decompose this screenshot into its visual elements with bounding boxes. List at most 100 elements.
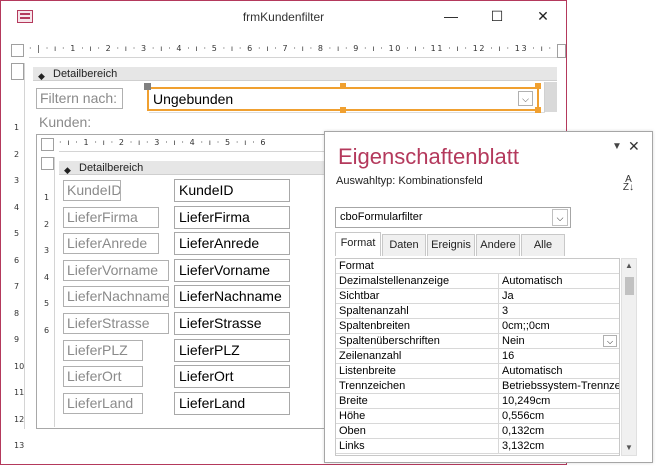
ruler-number: 7	[14, 282, 20, 291]
property-name: Höhe	[339, 410, 366, 422]
property-row[interactable]: Dezimalstellenanzeige Automatisch	[336, 274, 619, 289]
ruler-number: 2	[44, 219, 50, 229]
scroll-thumb[interactable]	[625, 277, 634, 295]
property-value[interactable]: 0,556cm	[498, 409, 619, 423]
sort-az-icon[interactable]: A Z↓	[623, 175, 634, 193]
field-textbox[interactable]: LieferAnrede	[174, 232, 290, 256]
tab-ereignis[interactable]: Ereignis	[427, 234, 475, 256]
field-label[interactable]: LieferOrt	[63, 366, 143, 388]
property-value[interactable]: Automatisch	[498, 274, 619, 288]
resize-handle-top[interactable]	[340, 83, 346, 89]
close-icon[interactable]: ✕	[628, 138, 640, 155]
move-handle[interactable]	[144, 83, 151, 90]
field-label[interactable]: LieferStrasse	[63, 313, 169, 334]
property-row[interactable]: Spaltenbreiten 0cm;;0cm	[336, 319, 619, 334]
ruler-number: 13	[14, 441, 25, 450]
kunden-label[interactable]: Kunden:	[36, 113, 147, 133]
tab-andere[interactable]: Andere	[476, 234, 520, 256]
scroll-down-icon[interactable]: ▼	[622, 441, 636, 455]
field-label[interactable]: KundeID	[63, 180, 121, 201]
property-row[interactable]: Sichtbar Ja	[336, 289, 619, 304]
detail-section-bar[interactable]: ◆ Detailbereich	[33, 67, 557, 81]
ruler-marks: · | · ı · 1 · ı · 2 · ı · 3 · ı · 4 · ı …	[29, 44, 557, 53]
property-row[interactable]: Spaltenüberschriften Nein ⌵	[336, 334, 619, 349]
tab-alle[interactable]: Alle	[521, 234, 565, 256]
property-value[interactable]: 10,249cm	[498, 394, 619, 408]
subform-control[interactable]: · ı · 1 · ı · 2 · ı · 3 · ı · 4 · ı · 5 …	[36, 134, 326, 429]
subform-vertical-ruler-marks: 1 2 3 4 5 6	[44, 185, 49, 345]
field-label[interactable]: LieferPLZ	[63, 339, 143, 361]
property-value[interactable]: Nein	[498, 334, 619, 348]
property-row[interactable]: Format	[336, 259, 619, 274]
property-name: Trennzeichen	[339, 380, 406, 392]
section-selector[interactable]	[11, 63, 24, 80]
property-value[interactable]: 0cm;;0cm	[498, 319, 619, 333]
property-row[interactable]: Breite 10,249cm	[336, 394, 619, 409]
field-label[interactable]: LieferFirma	[63, 206, 159, 228]
field-textbox[interactable]: LieferFirma	[174, 205, 290, 229]
property-sheet: Eigenschaftenblatt ▼ ✕ Auswahltyp: Kombi…	[324, 131, 653, 463]
resize-handle-bottom-right[interactable]	[535, 107, 541, 113]
field-textbox[interactable]: LieferOrt	[174, 365, 290, 389]
filter-label[interactable]: Filtern nach:	[36, 88, 123, 109]
field-textbox[interactable]: LieferPLZ	[174, 338, 290, 362]
maximize-button[interactable]: ☐	[474, 1, 520, 32]
property-row[interactable]: Oben 0,132cm	[336, 424, 619, 439]
tab-format[interactable]: Format	[335, 232, 381, 256]
minimize-button[interactable]: —	[428, 1, 474, 32]
ruler-end-box	[557, 44, 566, 58]
field-textbox[interactable]: LieferVorname	[174, 258, 290, 282]
property-row[interactable]: Trennzeichen Betriebssystem-Trennze	[336, 379, 619, 394]
property-value[interactable]: 16	[498, 349, 619, 363]
ruler-number: 4	[44, 272, 50, 282]
subform-horizontal-ruler[interactable]: · ı · 1 · ı · 2 · ı · 3 · ı · 4 · ı · 5 …	[59, 138, 325, 152]
property-name: Sichtbar	[339, 290, 380, 302]
selection-type: Auswahltyp: Kombinationsfeld	[336, 175, 483, 187]
field-textbox[interactable]: LieferLand	[174, 391, 290, 415]
property-row[interactable]: Listenbreite Automatisch	[336, 364, 619, 379]
property-value[interactable]: Automatisch	[498, 364, 619, 378]
field-textbox[interactable]: LieferStrasse	[174, 312, 290, 335]
vertical-ruler[interactable]: 1 2 3 4 5 6 7 8 9 10 11 12 13	[11, 63, 25, 450]
tab-daten[interactable]: Daten	[382, 234, 426, 256]
chevron-down-icon[interactable]: ▼	[612, 141, 622, 152]
field-label[interactable]: LieferVorname	[63, 259, 169, 281]
property-name: Dezimalstellenanzeige	[339, 275, 450, 287]
chevron-down-icon[interactable]: ⌵	[518, 91, 533, 106]
resize-handle-top-right[interactable]	[535, 83, 541, 89]
property-value[interactable]: 3,132cm	[498, 439, 619, 453]
subform-selector[interactable]	[41, 138, 54, 151]
field-label[interactable]: LieferNachname	[63, 286, 169, 308]
field-textbox[interactable]: KundeID	[174, 179, 290, 202]
property-name: Spaltenanzahl	[339, 305, 409, 317]
title-bar[interactable]: frmKundenfilter — ☐ ✕	[1, 1, 566, 32]
property-name: Spaltenüberschriften	[339, 335, 440, 347]
property-value[interactable]: Ja	[498, 289, 619, 303]
subform-section-selector[interactable]	[41, 157, 54, 170]
subform-detail-section: KundeID KundeID LieferFirma LieferFirma Lief…	[59, 176, 325, 428]
field-label[interactable]: LieferAnrede	[63, 233, 159, 255]
field-label[interactable]: LieferLand	[63, 392, 143, 414]
object-selector[interactable]: cboFormularfilter ⌵	[335, 207, 571, 228]
property-name: Listenbreite	[339, 365, 396, 377]
ruler-number: 8	[14, 308, 20, 318]
property-row[interactable]: Zeilenanzahl 16	[336, 349, 619, 364]
property-value[interactable]: Betriebssystem-Trennze	[498, 379, 619, 393]
property-row[interactable]: Spaltenanzahl 3	[336, 304, 619, 319]
resize-handle-bottom[interactable]	[340, 107, 346, 113]
subform-detail-section-bar[interactable]: ◆ Detailbereich	[59, 161, 325, 175]
property-scrollbar[interactable]: ▲ ▼	[621, 258, 637, 456]
property-value[interactable]: 0,132cm	[498, 424, 619, 438]
property-row[interactable]: Höhe 0,556cm	[336, 409, 619, 424]
property-value[interactable]: 3	[498, 304, 619, 318]
horizontal-ruler[interactable]: · | · ı · 1 · ı · 2 · ı · 3 · ı · 4 · ı …	[29, 44, 557, 58]
scroll-up-icon[interactable]: ▲	[622, 259, 636, 273]
form-selector[interactable]	[11, 44, 24, 57]
subform-vertical-ruler[interactable]: 1 2 3 4 5 6	[41, 157, 55, 427]
ruler-number: 1	[14, 123, 20, 132]
close-button[interactable]: ✕	[520, 1, 566, 32]
property-row[interactable]: Links 3,132cm	[336, 439, 619, 454]
chevron-down-icon[interactable]: ⌵	[603, 335, 617, 347]
field-textbox[interactable]: LieferNachname	[174, 285, 290, 309]
chevron-down-icon[interactable]: ⌵	[552, 209, 568, 226]
